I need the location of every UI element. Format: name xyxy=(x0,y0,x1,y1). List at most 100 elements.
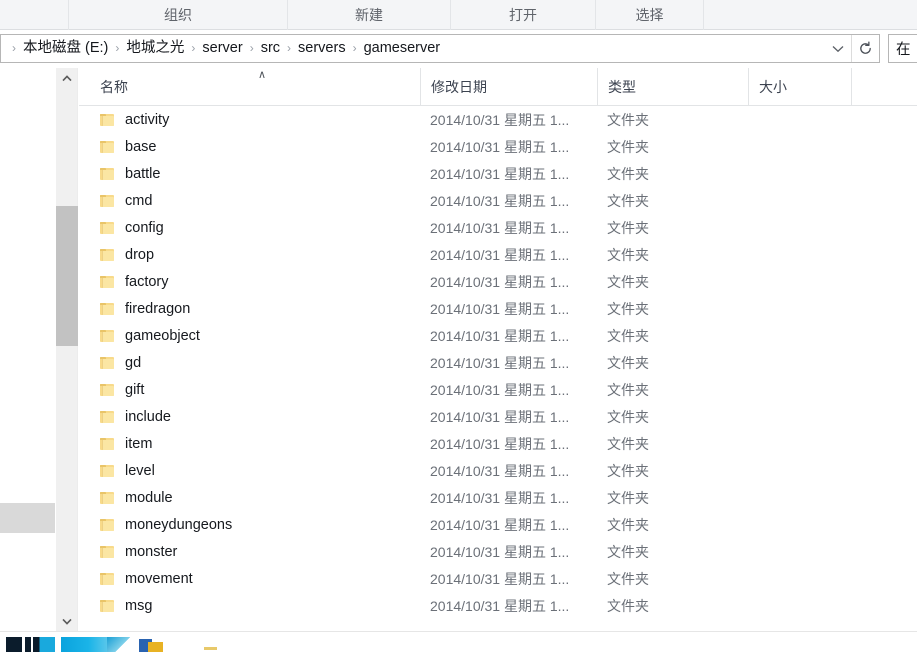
table-row[interactable]: item 2014/10/31 星期五 1... 文件夹 xyxy=(79,430,917,457)
scrollbar-thumb[interactable] xyxy=(56,206,78,346)
breadcrumb-separator[interactable]: › xyxy=(348,35,362,62)
file-date-cell: 2014/10/31 星期五 1... xyxy=(430,408,570,425)
column-header-name[interactable]: 名称 ∧ xyxy=(79,68,420,106)
breadcrumb-item[interactable]: server xyxy=(200,35,244,62)
file-date-cell: 2014/10/31 星期五 1... xyxy=(430,219,570,236)
ribbon-group-organize[interactable]: 组织 xyxy=(69,0,288,30)
folder-icon xyxy=(100,356,114,369)
ribbon-group-new[interactable]: 新建 xyxy=(288,0,451,30)
file-date-cell: 2014/10/31 星期五 1... xyxy=(430,570,570,587)
table-row[interactable]: msg 2014/10/31 星期五 1... 文件夹 xyxy=(79,592,917,619)
folder-icon xyxy=(100,491,114,504)
file-list[interactable]: activity 2014/10/31 星期五 1... 文件夹 base 2014/1… xyxy=(79,106,917,631)
file-name-cell[interactable]: gift xyxy=(79,382,420,398)
chevron-down-icon[interactable] xyxy=(825,35,851,62)
scroll-down-arrow-icon[interactable] xyxy=(56,611,78,631)
table-row[interactable]: movement 2014/10/31 星期五 1... 文件夹 xyxy=(79,565,917,592)
file-name-label: moneydungeons xyxy=(125,516,233,533)
file-type-cell: 文件夹 xyxy=(607,165,649,182)
file-date-cell: 2014/10/31 星期五 1... xyxy=(430,165,570,182)
table-row[interactable]: activity 2014/10/31 星期五 1... 文件夹 xyxy=(79,106,917,133)
table-row[interactable]: gift 2014/10/31 星期五 1... 文件夹 xyxy=(79,376,917,403)
file-name-cell[interactable]: level xyxy=(79,463,420,479)
breadcrumb-separator[interactable]: › xyxy=(110,35,124,62)
ribbon-group-tail xyxy=(704,0,917,30)
table-row[interactable]: factory 2014/10/31 星期五 1... 文件夹 xyxy=(79,268,917,295)
table-row[interactable]: moneydungeons 2014/10/31 星期五 1... 文件夹 xyxy=(79,511,917,538)
file-name-cell[interactable]: msg xyxy=(79,598,420,614)
navigation-pane[interactable] xyxy=(0,68,55,631)
folder-icon xyxy=(100,275,114,288)
taskbar-folder-icon-yellow xyxy=(148,642,163,652)
search-input[interactable]: 在 xyxy=(888,34,917,63)
breadcrumb-item[interactable]: 地城之光 xyxy=(124,35,186,62)
file-name-cell[interactable]: factory xyxy=(79,274,420,290)
column-header-date-modified[interactable]: 修改日期 xyxy=(420,68,597,106)
file-name-cell[interactable]: module xyxy=(79,490,420,506)
breadcrumb-item[interactable]: 本地磁盘 (E:) xyxy=(21,35,110,62)
file-name-cell[interactable]: gd xyxy=(79,355,420,371)
file-name-cell[interactable]: gameobject xyxy=(79,328,420,344)
file-name-cell[interactable]: monster xyxy=(79,544,420,560)
file-name-label: cmd xyxy=(125,192,153,209)
file-name-cell[interactable]: activity xyxy=(79,112,420,128)
file-name-label: gd xyxy=(125,354,142,371)
folder-icon xyxy=(100,167,114,180)
ribbon-toolbar: 组织 新建 打开 选择 xyxy=(0,0,917,30)
taskbar-app-icon-2[interactable] xyxy=(25,637,31,652)
address-bar[interactable]: › 本地磁盘 (E:) › 地城之光 › server › src › servers › games… xyxy=(0,34,880,63)
table-row[interactable]: battle 2014/10/31 星期五 1... 文件夹 xyxy=(79,160,917,187)
taskbar-app-icon-5[interactable] xyxy=(107,637,133,652)
scroll-up-arrow-icon[interactable] xyxy=(56,68,78,88)
breadcrumb-item[interactable]: src xyxy=(259,35,282,62)
taskbar-app-icon-7[interactable] xyxy=(204,647,217,650)
table-row[interactable]: monster 2014/10/31 星期五 1... 文件夹 xyxy=(79,538,917,565)
column-header-type[interactable]: 类型 xyxy=(597,68,748,106)
breadcrumb-item[interactable]: servers xyxy=(296,35,348,62)
breadcrumb-separator[interactable]: › xyxy=(282,35,296,62)
table-row[interactable]: drop 2014/10/31 星期五 1... 文件夹 xyxy=(79,241,917,268)
file-name-cell[interactable]: battle xyxy=(79,166,420,182)
taskbar-folder-icon[interactable] xyxy=(139,637,163,652)
table-row[interactable]: level 2014/10/31 星期五 1... 文件夹 xyxy=(79,457,917,484)
refresh-icon[interactable] xyxy=(851,35,879,62)
ribbon-group-select[interactable]: 选择 xyxy=(596,0,704,30)
file-name-label: base xyxy=(125,138,157,155)
taskbar-app-icon-3[interactable] xyxy=(33,637,55,652)
ribbon-group-open[interactable]: 打开 xyxy=(451,0,596,30)
file-name-cell[interactable]: include xyxy=(79,409,420,425)
taskbar-app-icon-1[interactable] xyxy=(6,637,22,652)
breadcrumb-item[interactable]: gameserver xyxy=(362,35,443,62)
file-name-cell[interactable]: base xyxy=(79,139,420,155)
breadcrumb-separator[interactable]: › xyxy=(186,35,200,62)
table-row[interactable]: gd 2014/10/31 星期五 1... 文件夹 xyxy=(79,349,917,376)
taskbar-app-icon-4[interactable] xyxy=(61,637,107,652)
file-name-cell[interactable]: item xyxy=(79,436,420,452)
file-name-cell[interactable]: cmd xyxy=(79,193,420,209)
file-name-cell[interactable]: config xyxy=(79,220,420,236)
table-row[interactable]: gameobject 2014/10/31 星期五 1... 文件夹 xyxy=(79,322,917,349)
breadcrumb[interactable]: › 本地磁盘 (E:) › 地城之光 › server › src › servers › games… xyxy=(1,35,825,62)
file-name-label: gameobject xyxy=(125,327,200,344)
taskbar[interactable] xyxy=(0,631,917,652)
column-header-empty[interactable] xyxy=(851,68,917,106)
file-type-cell: 文件夹 xyxy=(607,570,649,587)
folder-icon xyxy=(100,113,114,126)
file-date-cell: 2014/10/31 星期五 1... xyxy=(430,111,570,128)
file-name-cell[interactable]: movement xyxy=(79,571,420,587)
table-row[interactable]: config 2014/10/31 星期五 1... 文件夹 xyxy=(79,214,917,241)
file-date-cell: 2014/10/31 星期五 1... xyxy=(430,273,570,290)
column-header-size[interactable]: 大小 xyxy=(748,68,851,106)
table-row[interactable]: module 2014/10/31 星期五 1... 文件夹 xyxy=(79,484,917,511)
breadcrumb-separator[interactable]: › xyxy=(245,35,259,62)
file-name-cell[interactable]: moneydungeons xyxy=(79,517,420,533)
navigation-pane-scrollbar[interactable] xyxy=(56,68,78,631)
table-row[interactable]: firedragon 2014/10/31 星期五 1... 文件夹 xyxy=(79,295,917,322)
table-row[interactable]: include 2014/10/31 星期五 1... 文件夹 xyxy=(79,403,917,430)
table-row[interactable]: base 2014/10/31 星期五 1... 文件夹 xyxy=(79,133,917,160)
navigation-pane-selected-item[interactable] xyxy=(0,503,55,533)
file-name-cell[interactable]: drop xyxy=(79,247,420,263)
file-name-cell[interactable]: firedragon xyxy=(79,301,420,317)
file-name-label: module xyxy=(125,489,173,506)
table-row[interactable]: cmd 2014/10/31 星期五 1... 文件夹 xyxy=(79,187,917,214)
